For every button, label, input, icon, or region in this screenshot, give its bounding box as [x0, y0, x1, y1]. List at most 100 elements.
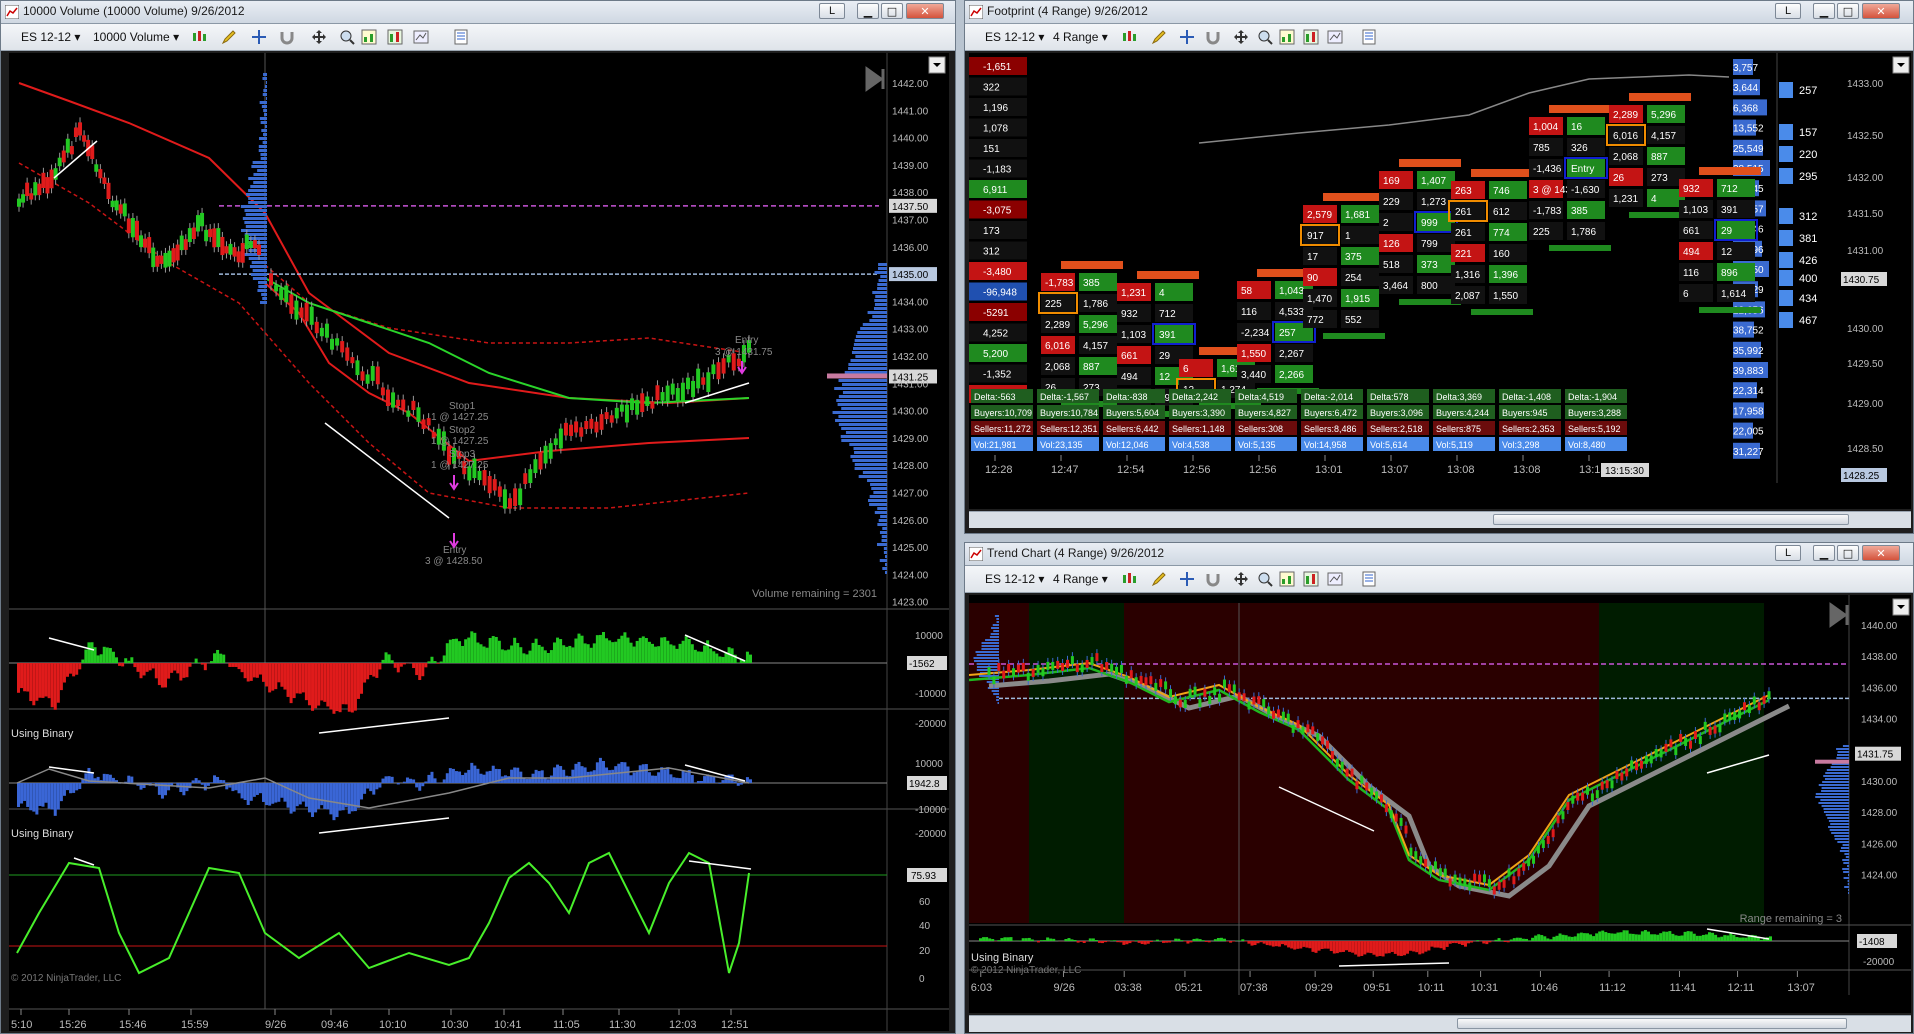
footprint-window-titlebar[interactable]: Footprint (4 Range) 9/26/2012 L ▁ □ ✕	[965, 1, 1913, 24]
trend-window-titlebar[interactable]: Trend Chart (4 Range) 9/26/2012 L ▁ □ ✕	[965, 543, 1913, 566]
period-selector[interactable]: 4 Range ▾	[1053, 28, 1108, 46]
scrollbar-thumb[interactable]	[1457, 1018, 1847, 1029]
bars-type-icon[interactable]	[1121, 571, 1137, 587]
instrument-selector[interactable]: ES 12-12 ▾	[985, 570, 1044, 588]
zoom-icon[interactable]	[339, 29, 355, 45]
candle	[1340, 761, 1344, 770]
bars-type-icon[interactable]	[191, 29, 207, 45]
volume-profile-value: 3,757	[1733, 63, 1758, 74]
price-axis-label: 1433.00	[1847, 79, 1884, 90]
histogram-bar	[216, 776, 220, 783]
period-selector[interactable]: 10000 Volume ▾	[93, 28, 179, 46]
histogram-bar	[1143, 941, 1147, 945]
indicators-icon[interactable]	[1303, 29, 1319, 45]
histogram-bar	[1366, 941, 1370, 953]
trend-horizontal-scrollbar[interactable]	[969, 1015, 1911, 1032]
lock-button[interactable]: L	[1775, 3, 1801, 19]
strategies-icon[interactable]	[413, 29, 429, 45]
crosshair-icon[interactable]	[1179, 571, 1195, 587]
crosshair-icon[interactable]	[251, 29, 267, 45]
data-box-icon[interactable]	[361, 29, 377, 45]
candle	[345, 347, 350, 361]
candle	[1296, 720, 1300, 729]
candle	[1375, 791, 1379, 800]
close-button[interactable]: ✕	[1862, 3, 1900, 19]
properties-icon[interactable]	[1361, 29, 1377, 45]
volume-profile-bar	[867, 479, 887, 482]
minimize-button[interactable]: ▁	[857, 3, 879, 19]
pencil-icon[interactable]	[1151, 29, 1167, 45]
histogram-bar	[1506, 941, 1510, 943]
volume-profile-bar	[862, 323, 887, 326]
magnet-icon[interactable]	[279, 29, 295, 45]
histogram-bar	[1531, 937, 1535, 941]
move-icon[interactable]	[1233, 29, 1249, 45]
magnet-icon[interactable]	[1205, 29, 1221, 45]
data-box-icon[interactable]	[1279, 29, 1295, 45]
volume-profile-bar	[261, 293, 267, 296]
indicators-icon[interactable]	[387, 29, 403, 45]
volume-window-titlebar[interactable]: 10000 Volume (10000 Volume) 9/26/2012 L …	[1, 1, 955, 24]
lock-button[interactable]: L	[819, 3, 845, 19]
move-icon[interactable]	[1233, 571, 1249, 587]
histogram-bar	[1216, 937, 1220, 941]
candle	[1173, 696, 1177, 705]
scrollbar-thumb[interactable]	[1493, 514, 1849, 525]
crosshair-icon[interactable]	[1179, 29, 1195, 45]
footprint-horizontal-scrollbar[interactable]	[969, 511, 1911, 528]
histogram-bar	[684, 772, 688, 783]
zoom-icon[interactable]	[1257, 29, 1273, 45]
histogram-bar	[271, 783, 275, 804]
volume-chart-area[interactable]: 1442.00 1441.00 1440.00 1439.00 1438.00 1437.…	[9, 53, 949, 1031]
footprint-cell-value: 1,043	[1279, 286, 1304, 297]
bars-type-icon[interactable]	[1121, 29, 1137, 45]
minimize-button[interactable]: ▁	[1813, 3, 1835, 19]
move-icon[interactable]	[311, 29, 327, 45]
instrument-selector[interactable]: ES 12-12 ▾	[21, 28, 80, 46]
summary-delta: Delta:4,519	[1238, 392, 1284, 402]
pencil-icon[interactable]	[221, 29, 237, 45]
volume-profile-bar	[874, 303, 887, 306]
histogram-bar	[133, 663, 137, 668]
volume-profile-bar	[882, 567, 887, 570]
period-selector[interactable]: 4 Range ▾	[1053, 570, 1108, 588]
indicators-icon[interactable]	[1303, 571, 1319, 587]
histogram-bar	[461, 645, 465, 663]
histogram-bar	[678, 778, 682, 783]
lock-button[interactable]: L	[1775, 545, 1801, 561]
maximize-button[interactable]: □	[1837, 3, 1859, 19]
close-button[interactable]: ✕	[906, 3, 944, 19]
summary-buyers: Buyers:945	[1502, 408, 1548, 418]
instrument-selector[interactable]: ES 12-12 ▾	[985, 28, 1044, 46]
histogram-bar	[1003, 937, 1007, 941]
candle	[1649, 755, 1653, 764]
footprint-chart-area[interactable]: 1433.00 1432.50 1432.00 1431.50 1431.00 1430.…	[969, 53, 1911, 509]
data-box-icon[interactable]	[1279, 571, 1295, 587]
magnet-icon[interactable]	[1205, 571, 1221, 587]
trend-chart-area[interactable]: 1440.001438.001436.001434.001432.001431.…	[969, 595, 1911, 1013]
pencil-icon[interactable]	[1151, 571, 1167, 587]
candle	[1502, 879, 1506, 888]
properties-icon[interactable]	[453, 29, 469, 45]
histogram-bar	[543, 778, 547, 783]
zoom-icon[interactable]	[1257, 571, 1273, 587]
candle	[1036, 664, 1040, 673]
volume-profile-bar	[840, 435, 887, 438]
candle	[584, 420, 589, 430]
maximize-button[interactable]: □	[1837, 545, 1859, 561]
histogram-bar	[182, 663, 186, 678]
close-button[interactable]: ✕	[1862, 545, 1900, 561]
strategies-icon[interactable]	[1327, 29, 1343, 45]
footprint-cell-value: 126	[1383, 239, 1400, 250]
price-axis-label: 1438.00	[892, 188, 929, 199]
maximize-button[interactable]: □	[881, 3, 903, 19]
strategies-icon[interactable]	[1327, 571, 1343, 587]
properties-icon[interactable]	[1361, 571, 1377, 587]
histogram-bar	[26, 783, 30, 807]
histogram-bar	[485, 647, 489, 663]
histogram-bar	[745, 651, 749, 663]
histogram-bar	[384, 776, 388, 783]
candle	[1669, 739, 1673, 748]
minimize-button[interactable]: ▁	[1813, 545, 1835, 561]
histogram-bar	[209, 661, 213, 663]
